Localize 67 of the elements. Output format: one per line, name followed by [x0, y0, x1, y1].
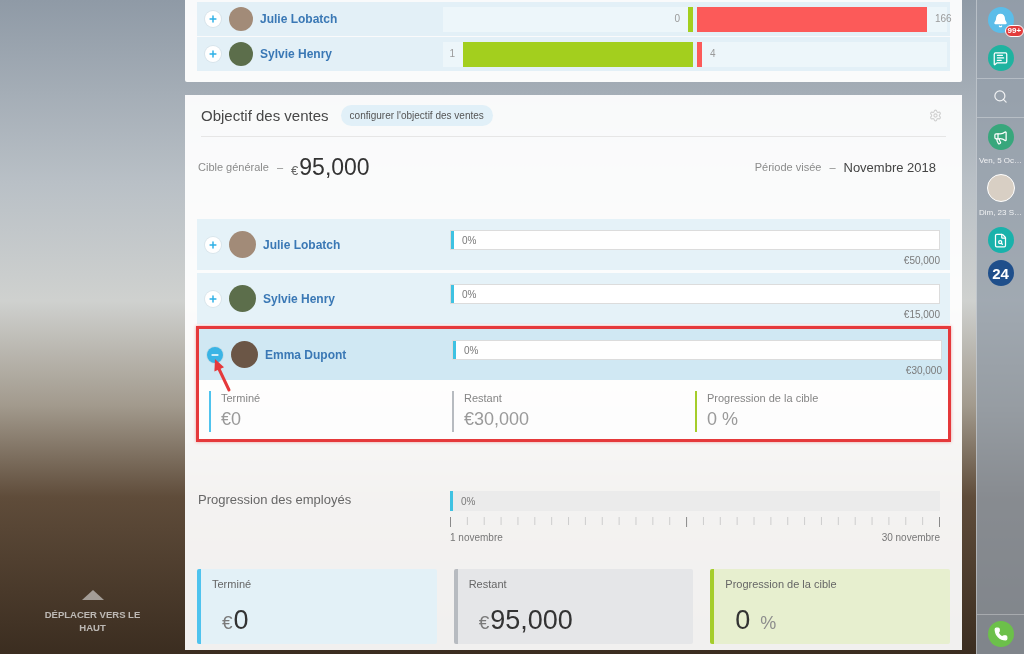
avatar — [229, 42, 253, 66]
target-value: €95,000 — [291, 153, 370, 181]
stat-value: 0 % — [707, 409, 739, 430]
expand-button[interactable] — [207, 346, 223, 363]
card-value: 0 % — [735, 605, 777, 636]
notification-badge: 99+ — [1004, 25, 1024, 37]
configure-button[interactable]: configurer l'objectif des ventes — [340, 105, 493, 126]
card-value: €95,000 — [478, 605, 573, 636]
avatar — [229, 285, 256, 312]
percent-label: 0% — [461, 495, 476, 507]
bar-value: 1 — [449, 47, 455, 60]
date-text: Ven, 5 Oc… — [978, 156, 1023, 166]
date-label: 30 novembre — [881, 532, 940, 543]
stat-label: Terminé — [221, 392, 261, 404]
section-label: Progression des employés — [197, 491, 352, 507]
expand-button[interactable] — [205, 11, 221, 27]
plus-icon — [208, 14, 218, 24]
stat-label: Progression de la cible — [707, 392, 819, 404]
stat-value: €0 — [221, 409, 242, 430]
target-amount: €50,000 — [903, 255, 940, 266]
dash-separator: – — [276, 161, 284, 173]
employee-name: Sylvie Henry — [260, 47, 333, 61]
field-label: Période visée — [754, 161, 822, 173]
stat-label: Restant — [464, 392, 502, 404]
document-search-icon[interactable] — [987, 227, 1014, 253]
card-value: €0 — [222, 605, 249, 636]
scroll-up-button[interactable]: DÉPLACER VERS LE HAUT — [44, 590, 141, 634]
employee-name: Julie Lobatch — [260, 12, 338, 26]
date-counter[interactable]: 24 — [987, 260, 1014, 286]
percent-label: 0% — [462, 234, 477, 246]
annotation-arrow — [211, 357, 233, 391]
employee-name: Julie Lobatch — [263, 237, 341, 252]
plus-icon — [208, 49, 218, 59]
panel-title: Objectif des ventes — [201, 107, 329, 124]
chat-icon[interactable] — [987, 45, 1014, 71]
search-icon[interactable] — [993, 89, 1008, 104]
card-label: Progression de la cible — [725, 578, 837, 590]
settings-icon[interactable] — [929, 109, 942, 122]
plus-icon — [208, 239, 218, 250]
date-label: 1 novembre — [450, 532, 503, 543]
megaphone-icon[interactable] — [987, 124, 1014, 150]
expand-button[interactable] — [205, 290, 221, 307]
card-label: Terminé — [212, 578, 252, 590]
dash-separator: – — [829, 161, 836, 173]
stat-value: €30,000 — [464, 409, 530, 430]
caret-up-icon — [81, 590, 104, 600]
target-amount: €15,000 — [903, 309, 940, 320]
avatar — [231, 341, 258, 368]
plus-icon — [208, 293, 218, 304]
percent-label: 0% — [464, 344, 479, 356]
period-value: Novembre 2018 — [843, 159, 936, 175]
percent-label: 0% — [462, 288, 477, 300]
card-label: Restant — [468, 578, 507, 590]
bar-value: 0 — [674, 12, 680, 25]
phone-icon[interactable] — [987, 621, 1014, 647]
avatar[interactable] — [986, 174, 1015, 202]
expand-button[interactable] — [205, 236, 221, 253]
avatar — [229, 7, 253, 31]
target-amount: €30,000 — [905, 365, 942, 376]
avatar — [229, 231, 256, 258]
date-text: Dim, 23 S… — [978, 208, 1023, 218]
employee-name: Sylvie Henry — [263, 291, 336, 306]
bar-value: 4 — [710, 47, 716, 60]
employee-name: Emma Dupont — [265, 347, 347, 362]
field-label: Cible générale — [198, 161, 269, 173]
bar-value: 166 — [935, 12, 952, 25]
expand-button[interactable] — [205, 46, 221, 62]
